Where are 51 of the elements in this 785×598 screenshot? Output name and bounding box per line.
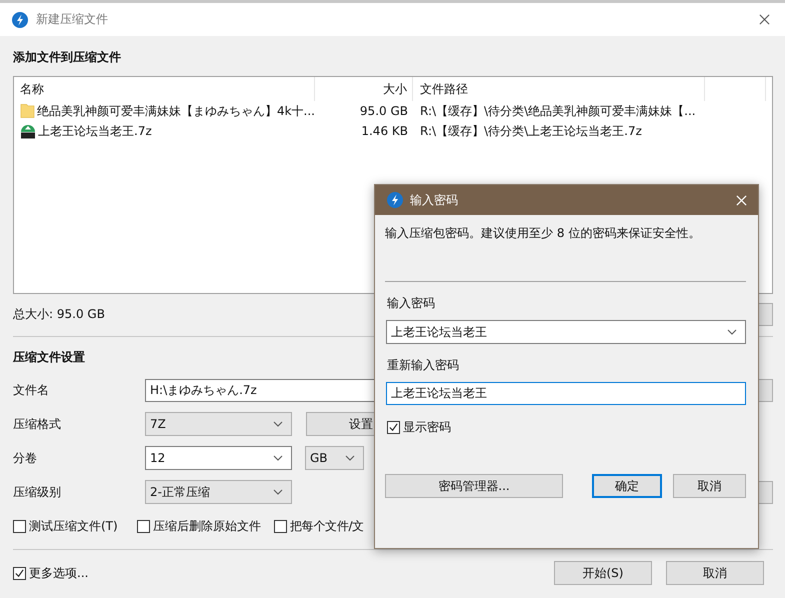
section-heading: 压缩文件设置: [13, 349, 85, 365]
file-name: 绝品美乳神颜可爱丰满妹妹【まゆみちゃん】4k十...: [36, 102, 315, 120]
app-logo-icon: [12, 12, 28, 28]
file-name: 上老王论坛当老王.7z: [38, 122, 152, 140]
file-path: R:\【缓存】\待分类\绝品美乳神颜可爱丰满妹妹【...: [419, 102, 697, 120]
file-size: 1.46 KB: [360, 124, 409, 138]
archive-icon: [20, 123, 36, 139]
checkbox-label: 测试压缩文件(T): [29, 518, 118, 534]
dialog-message: 输入压缩包密码。建议使用至少 8 位的密码来保证安全性。: [385, 225, 702, 242]
section-heading: 添加文件到压缩文件: [13, 49, 121, 65]
field-label: 压缩格式: [13, 416, 62, 432]
chevron-icon: [273, 455, 283, 461]
column-header[interactable]: 大小: [315, 77, 413, 101]
checkbox-label: 压缩后删除原始文件: [153, 518, 261, 534]
chevron-icon: [273, 489, 283, 495]
cancel-button[interactable]: 取消: [666, 561, 764, 585]
file-path: R:\【缓存】\待分类\上老王论坛当老王.7z: [419, 122, 643, 140]
column-header[interactable]: 文件路径: [413, 77, 705, 101]
checkbox[interactable]: [274, 520, 287, 532]
folder-icon: [20, 103, 35, 119]
checkbox[interactable]: [13, 520, 26, 532]
column-header[interactable]: 名称: [14, 77, 315, 101]
checkbox[interactable]: [137, 520, 150, 532]
close-icon[interactable]: [759, 14, 770, 25]
level-dropdown[interactable]: 2-正常压缩: [145, 480, 292, 504]
field-label: 重新输入密码: [387, 357, 460, 374]
format-dropdown[interactable]: 7Z: [145, 412, 292, 436]
password-combobox[interactable]: 上老王论坛当老王: [386, 320, 746, 344]
field-label: 输入密码: [387, 295, 436, 312]
dialog-title: 输入密码: [410, 192, 458, 208]
checkbox[interactable]: [387, 421, 400, 434]
checkbox[interactable]: [13, 566, 26, 580]
field-label: 文件名: [13, 382, 50, 398]
split-size-combobox[interactable]: 12: [145, 446, 292, 470]
chevron-icon: [727, 329, 737, 335]
confirm-password-field[interactable]: 上老王论坛当老王: [386, 382, 746, 405]
checkbox-label: 把每个文件/文: [290, 518, 364, 534]
total-size: 总大小: 95.0 GB: [13, 306, 105, 322]
chevron-icon: [273, 421, 283, 427]
start-button[interactable]: 开始(S): [554, 561, 652, 585]
file-size: 95.0 GB: [358, 104, 409, 118]
window-title: 新建压缩文件: [36, 11, 108, 28]
dialog-button[interactable]: 取消: [673, 474, 746, 498]
dialog-button[interactable]: 确定: [592, 474, 662, 498]
field-label: 分卷: [13, 450, 38, 466]
dialog-button[interactable]: 密码管理器...: [385, 474, 563, 498]
app-logo-icon: [387, 192, 403, 208]
unit-dropdown[interactable]: GB: [305, 446, 364, 470]
checkbox-label: 更多选项...: [29, 564, 88, 582]
field-label: 压缩级别: [13, 484, 62, 500]
chevron-icon: [345, 455, 355, 461]
